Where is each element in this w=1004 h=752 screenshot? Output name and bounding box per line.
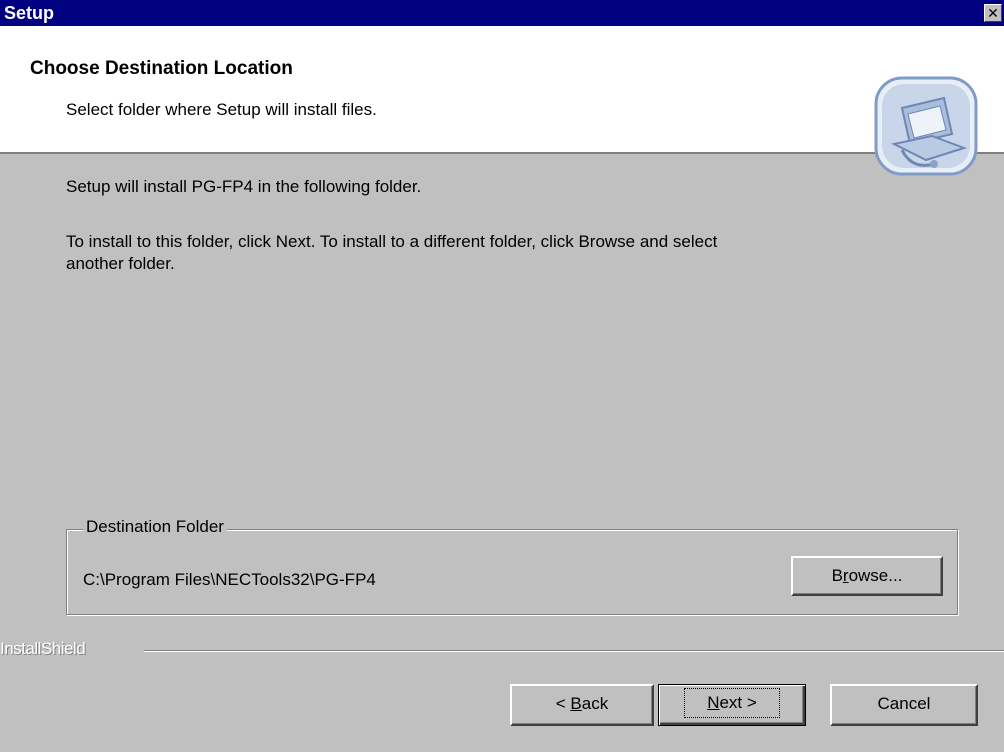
computer-setup-icon	[874, 76, 978, 176]
next-button-label: Next >	[684, 688, 780, 718]
close-icon: ✕	[987, 5, 999, 21]
destination-path: C:\Program Files\NECTools32\PG-FP4	[83, 570, 376, 589]
browse-button[interactable]: Browse...	[791, 556, 943, 596]
cancel-button-label: Cancel	[877, 694, 931, 713]
back-button[interactable]: < Back	[510, 684, 654, 726]
next-button[interactable]: Next >	[658, 684, 806, 726]
title-bar[interactable]: Setup ✕	[0, 0, 1004, 26]
page-title: Choose Destination Location	[30, 58, 293, 79]
installshield-brand: InstallShield	[0, 639, 86, 658]
page-subtitle: Select folder where Setup will install f…	[66, 100, 377, 119]
close-button[interactable]: ✕	[984, 4, 1002, 22]
browse-button-label: Browse...	[831, 566, 903, 585]
window-title: Setup	[4, 3, 55, 23]
destination-folder-group: Destination Folder C:\Program Files\NECT…	[66, 517, 958, 615]
instruction-text-line2: another folder.	[66, 254, 175, 273]
destination-folder-legend: Destination Folder	[83, 517, 227, 537]
header-panel: Choose Destination Location Select folde…	[0, 26, 1004, 176]
back-button-label: < Back	[555, 694, 609, 713]
intro-text: Setup will install PG-FP4 in the followi…	[66, 177, 422, 196]
setup-dialog: Setup ✕ Choose Destination Location Sele…	[0, 0, 1004, 752]
footer-separator	[144, 650, 1004, 652]
instruction-text-line1: To install to this folder, click Next. T…	[66, 232, 718, 251]
cancel-button[interactable]: Cancel	[830, 684, 978, 726]
